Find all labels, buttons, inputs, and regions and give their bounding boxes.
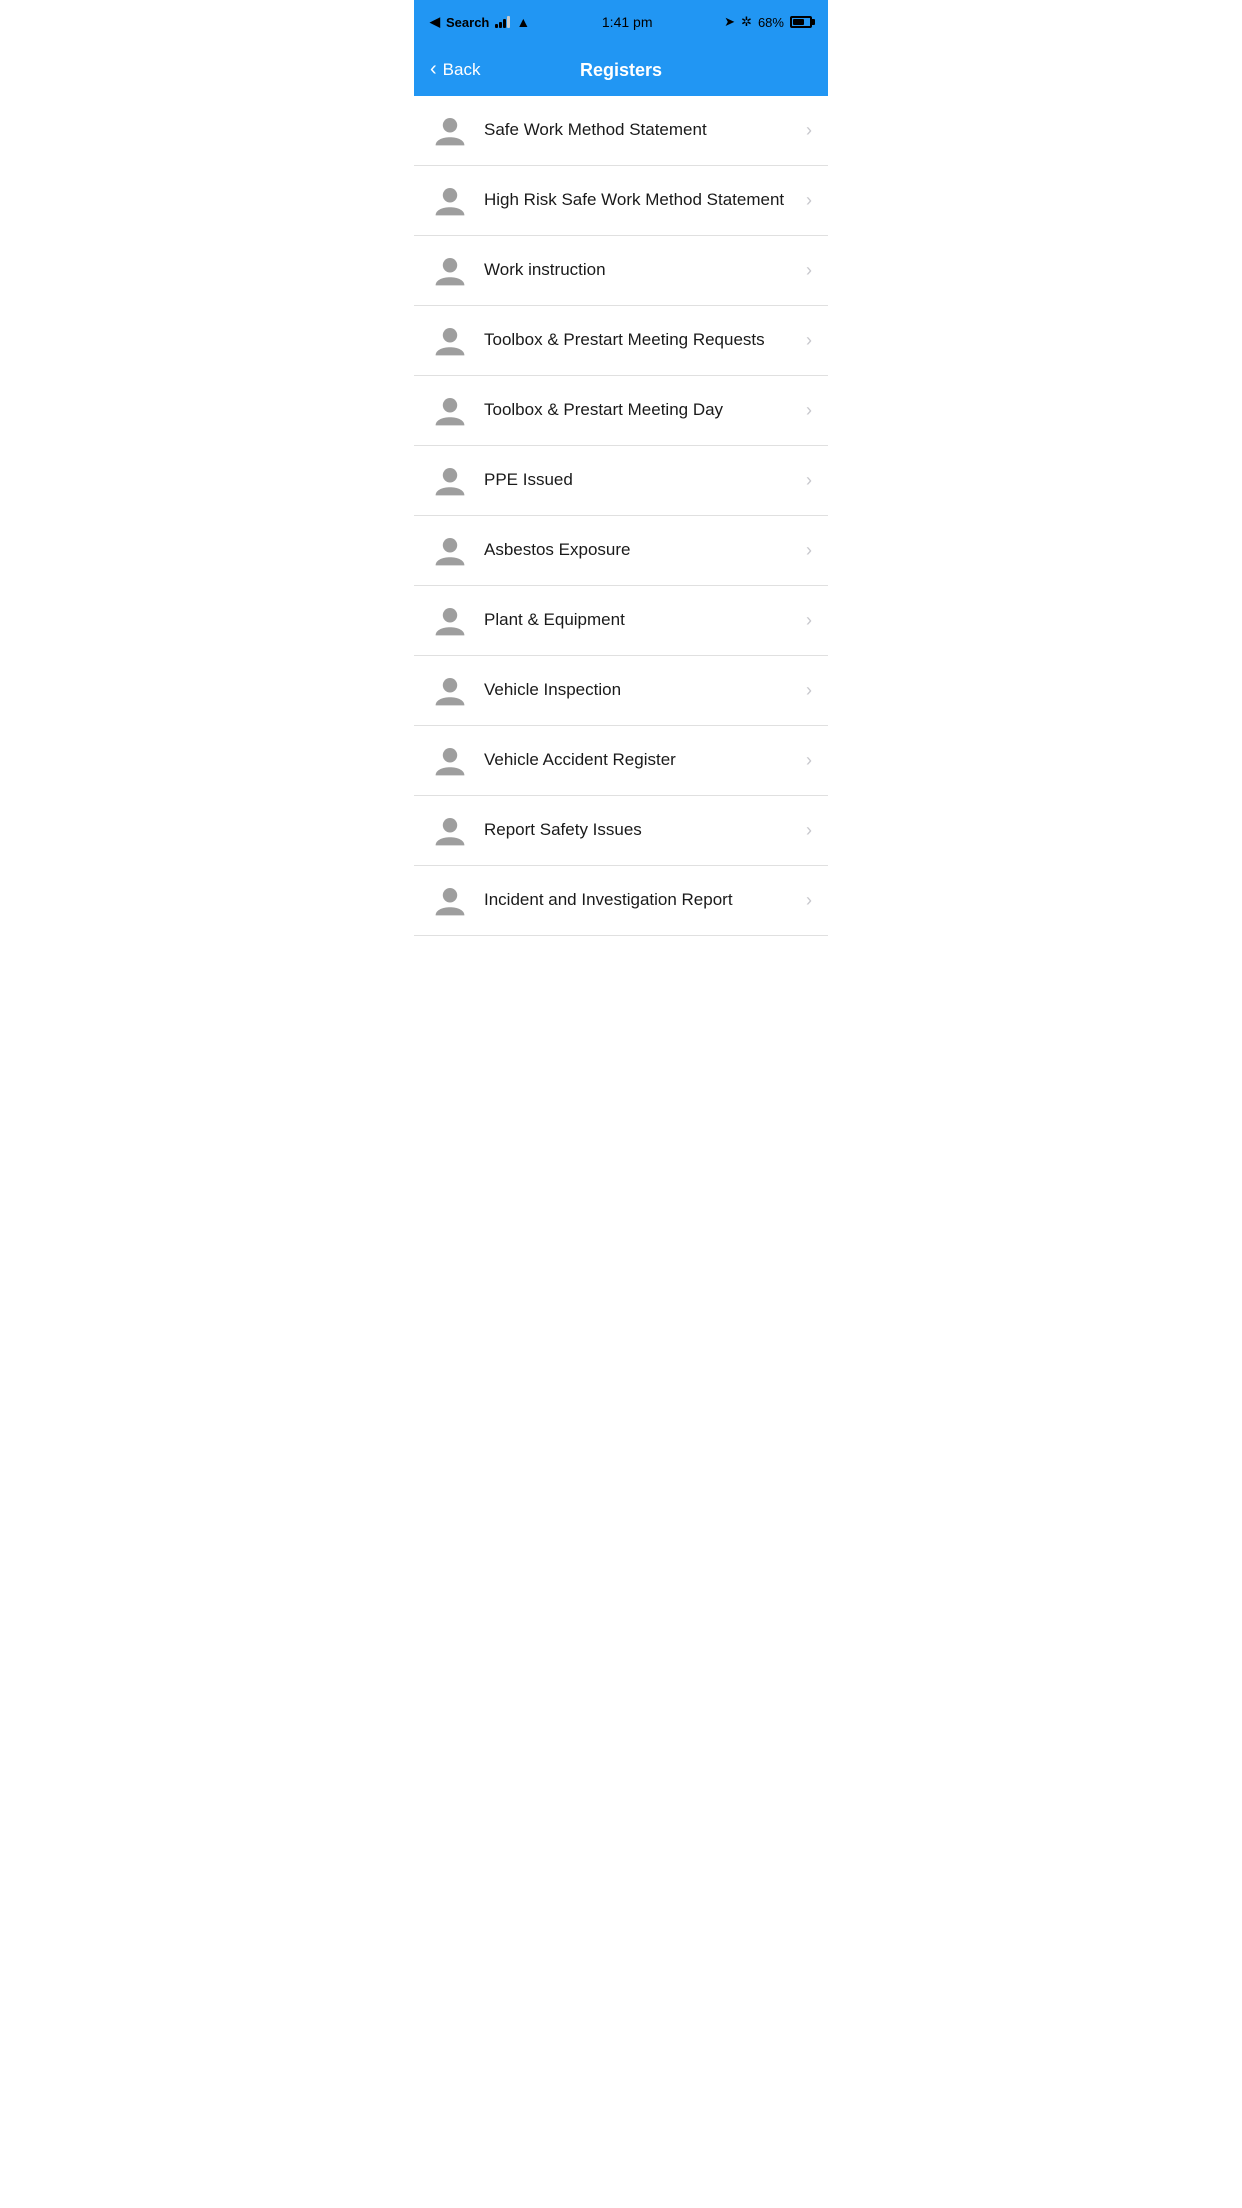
battery-percent: 68%	[758, 15, 784, 30]
list-item-label: Vehicle Accident Register	[484, 749, 798, 771]
nav-bar: ‹ Back Registers	[414, 44, 828, 96]
list-item-label: Asbestos Exposure	[484, 539, 798, 561]
status-left: ◀ Search ▲	[430, 14, 530, 30]
carrier-icon: ◀	[430, 14, 440, 30]
list-item[interactable]: Vehicle Accident Register ›	[414, 726, 828, 796]
list-item-label: High Risk Safe Work Method Statement	[484, 189, 798, 211]
signal-bar-1	[495, 24, 498, 28]
battery-fill	[793, 19, 804, 25]
status-right: ➤ ✲ 68%	[724, 14, 812, 30]
person-icon	[430, 671, 470, 711]
signal-bar-3	[503, 19, 506, 28]
chevron-right-icon: ›	[806, 820, 812, 841]
person-icon	[430, 321, 470, 361]
chevron-right-icon: ›	[806, 750, 812, 771]
bluetooth-icon: ✲	[741, 14, 752, 30]
signal-bar-4	[507, 16, 510, 28]
list-item[interactable]: Work instruction ›	[414, 236, 828, 306]
list-item[interactable]: Toolbox & Prestart Meeting Day ›	[414, 376, 828, 446]
list-item-label: Plant & Equipment	[484, 609, 798, 631]
chevron-right-icon: ›	[806, 330, 812, 351]
person-icon	[430, 531, 470, 571]
signal-bars	[495, 16, 510, 28]
list-item[interactable]: Incident and Investigation Report ›	[414, 866, 828, 936]
list-item[interactable]: Plant & Equipment ›	[414, 586, 828, 656]
chevron-right-icon: ›	[806, 680, 812, 701]
chevron-right-icon: ›	[806, 120, 812, 141]
list-item-label: PPE Issued	[484, 469, 798, 491]
person-icon	[430, 601, 470, 641]
list-item[interactable]: PPE Issued ›	[414, 446, 828, 516]
back-button[interactable]: ‹ Back	[430, 59, 480, 81]
person-icon	[430, 881, 470, 921]
list-item[interactable]: Vehicle Inspection ›	[414, 656, 828, 726]
chevron-right-icon: ›	[806, 540, 812, 561]
list-item[interactable]: Safe Work Method Statement ›	[414, 96, 828, 166]
status-time: 1:41 pm	[602, 14, 653, 30]
chevron-right-icon: ›	[806, 400, 812, 421]
list-item-label: Safe Work Method Statement	[484, 119, 798, 141]
chevron-right-icon: ›	[806, 190, 812, 211]
list-item[interactable]: Report Safety Issues ›	[414, 796, 828, 866]
chevron-right-icon: ›	[806, 260, 812, 281]
battery-icon	[790, 16, 812, 28]
list-item[interactable]: Asbestos Exposure ›	[414, 516, 828, 586]
chevron-right-icon: ›	[806, 890, 812, 911]
list-item-label: Toolbox & Prestart Meeting Day	[484, 399, 798, 421]
list-item[interactable]: High Risk Safe Work Method Statement ›	[414, 166, 828, 236]
registers-list: Safe Work Method Statement › High Risk S…	[414, 96, 828, 936]
person-icon	[430, 741, 470, 781]
list-item[interactable]: Toolbox & Prestart Meeting Requests ›	[414, 306, 828, 376]
list-item-label: Vehicle Inspection	[484, 679, 798, 701]
person-icon	[430, 391, 470, 431]
page-title: Registers	[580, 60, 662, 81]
back-label: Back	[443, 60, 481, 80]
person-icon	[430, 811, 470, 851]
wifi-icon: ▲	[516, 14, 530, 30]
back-chevron-icon: ‹	[430, 58, 437, 81]
person-icon	[430, 181, 470, 221]
person-icon	[430, 111, 470, 151]
person-icon	[430, 461, 470, 501]
status-bar: ◀ Search ▲ 1:41 pm ➤ ✲ 68%	[414, 0, 828, 44]
list-item-label: Report Safety Issues	[484, 819, 798, 841]
chevron-right-icon: ›	[806, 610, 812, 631]
list-item-label: Work instruction	[484, 259, 798, 281]
location-icon: ➤	[724, 14, 735, 30]
list-item-label: Toolbox & Prestart Meeting Requests	[484, 329, 798, 351]
list-item-label: Incident and Investigation Report	[484, 889, 798, 911]
chevron-right-icon: ›	[806, 470, 812, 491]
person-icon	[430, 251, 470, 291]
carrier-label: Search	[446, 15, 489, 30]
signal-bar-2	[499, 22, 502, 28]
